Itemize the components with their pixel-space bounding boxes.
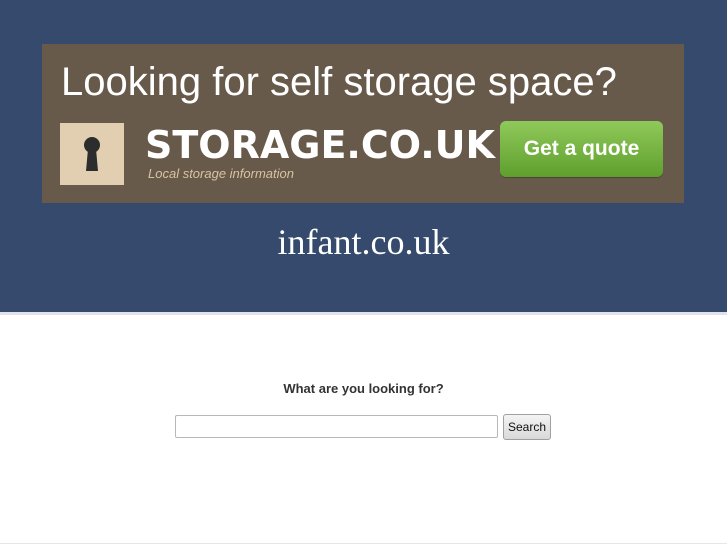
page-header: Looking for self storage space? STORAGE.… bbox=[0, 0, 727, 312]
header-divider bbox=[0, 312, 727, 315]
ad-brand-tagline: Local storage information bbox=[148, 166, 294, 181]
keyhole-icon bbox=[60, 123, 124, 185]
search-question: What are you looking for? bbox=[283, 381, 444, 396]
search-input[interactable] bbox=[175, 415, 498, 438]
storage-ad-banner[interactable]: Looking for self storage space? STORAGE.… bbox=[42, 44, 684, 203]
footer-divider bbox=[0, 543, 727, 544]
site-title: infant.co.uk bbox=[277, 222, 450, 262]
get-quote-button[interactable]: Get a quote bbox=[500, 121, 663, 177]
ad-headline: Looking for self storage space? bbox=[61, 60, 617, 104]
ad-brand-logo: STORAGE.CO.UK bbox=[145, 123, 495, 167]
search-button[interactable]: Search bbox=[503, 414, 551, 440]
